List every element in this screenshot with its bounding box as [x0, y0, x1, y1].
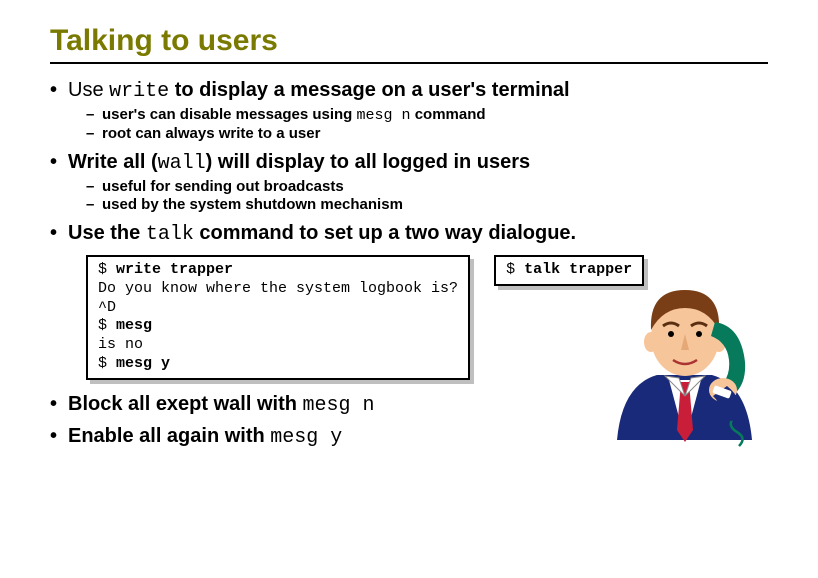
command-text: mesg n [357, 107, 411, 124]
bullet-text: Write all (wall) will display to all log… [68, 150, 530, 176]
list-item: – used by the system shutdown mechanism [86, 196, 768, 213]
slide-title: Talking to users [50, 24, 768, 58]
sub-text: user's can disable messages using mesg n… [102, 106, 486, 124]
output-line: Do you know where the system logbook is? [98, 280, 458, 297]
prompt: $ [98, 317, 116, 334]
bullet-text: Enable all again with mesg y [68, 424, 342, 450]
list-item: – root can always write to a user [86, 125, 768, 142]
command-text: write trapper [116, 261, 233, 278]
slide: Talking to users • Use write to display … [0, 0, 818, 476]
man-on-phone-illustration [607, 270, 762, 450]
command-text: mesg [116, 317, 152, 334]
text-part: ) will display to all logged in users [206, 151, 531, 173]
text-part: command to set up a two way dialogue. [194, 222, 576, 244]
text-part: command [411, 106, 486, 123]
dash-bullet: – [86, 178, 102, 195]
prompt: $ [506, 261, 524, 278]
text-part: Use the [68, 222, 146, 244]
sub-list: – useful for sending out broadcasts – us… [86, 178, 768, 213]
text-part: Write all ( [68, 151, 158, 173]
text-part: to display a message on a user's termina… [169, 79, 569, 101]
text-part: root can always write to a user [102, 125, 320, 142]
bullet-text: Use the talk command to set up a two way… [68, 221, 576, 247]
bullet-dot: • [50, 151, 68, 174]
prompt: $ [98, 261, 116, 278]
bullet-dot: • [50, 425, 68, 448]
dash-bullet: – [86, 196, 102, 213]
text-part: Use [68, 79, 109, 101]
text-part: Block all exept wall with [68, 393, 303, 415]
prompt: $ [98, 355, 116, 372]
code-box-write: $ write trapper Do you know where the sy… [86, 255, 470, 380]
bullet-text: Use write to display a message on a user… [68, 78, 570, 104]
command-text: mesg y [270, 426, 342, 449]
dash-bullet: – [86, 125, 102, 142]
sub-text: root can always write to a user [102, 125, 320, 142]
sub-text: useful for sending out broadcasts [102, 178, 344, 195]
dash-bullet: – [86, 106, 102, 123]
text-part: Enable all again with [68, 425, 270, 447]
list-item: • Write all (wall) will display to all l… [50, 150, 768, 213]
list-item: • Use write to display a message on a us… [50, 78, 768, 142]
bullet-dot: • [50, 79, 68, 102]
bullet-text: Block all exept wall with mesg n [68, 392, 375, 418]
sub-list: – user's can disable messages using mesg… [86, 106, 768, 142]
sub-text: used by the system shutdown mechanism [102, 196, 403, 213]
command-text: talk [146, 223, 194, 246]
bullet-dot: • [50, 222, 68, 245]
bullet-dot: • [50, 393, 68, 416]
command-text: wall [158, 152, 206, 175]
output-line: is no [98, 336, 143, 353]
command-text: mesg y [116, 355, 170, 372]
text-part: user's can disable messages using [102, 106, 357, 123]
list-item: – user's can disable messages using mesg… [86, 106, 768, 124]
output-line: ^D [98, 299, 116, 316]
command-text: mesg n [303, 394, 375, 417]
list-item: – useful for sending out broadcasts [86, 178, 768, 195]
command-text: write [109, 80, 169, 103]
title-underline [50, 62, 768, 64]
